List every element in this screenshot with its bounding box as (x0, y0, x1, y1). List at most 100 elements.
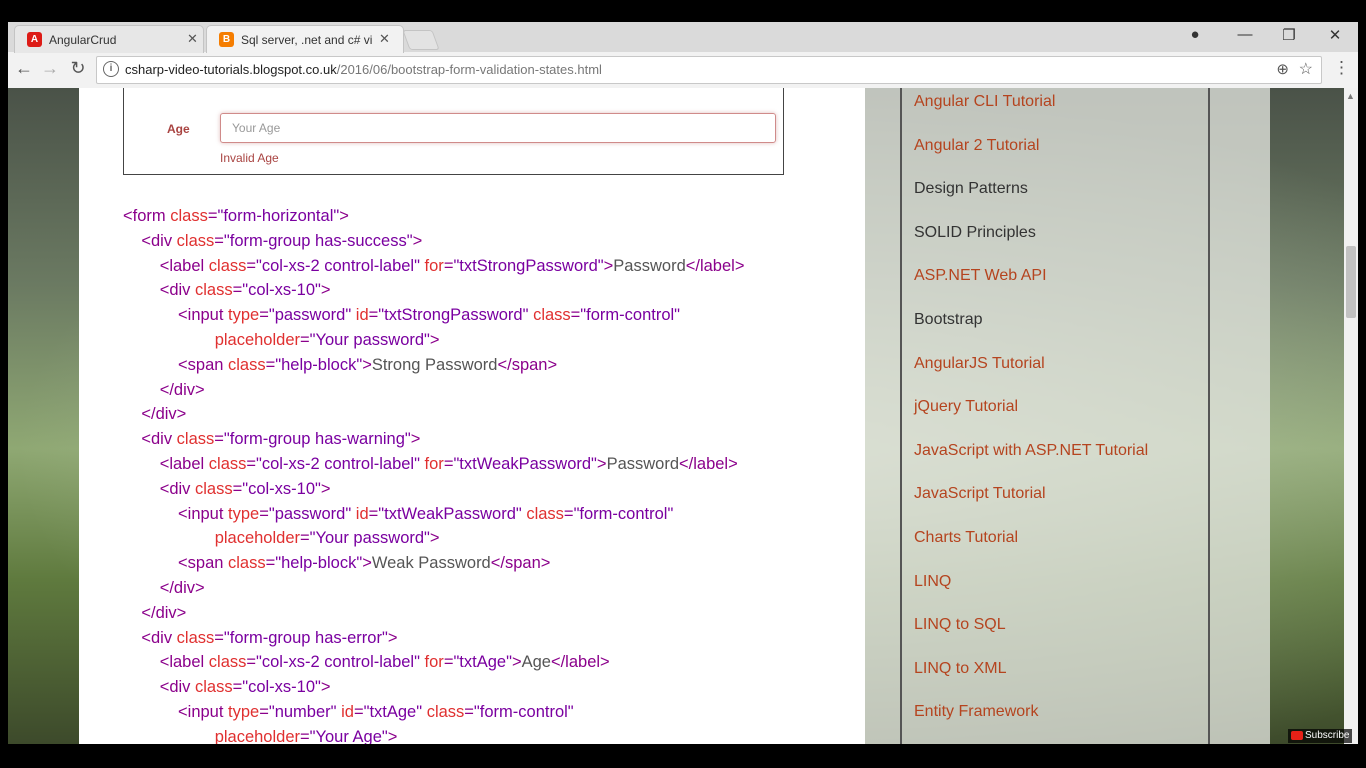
code-token: <div (159, 678, 195, 697)
code-token: = (563, 504, 574, 523)
code-line: <form class="form-horizontal"> (123, 204, 744, 229)
menu-dots-icon[interactable]: ⋮ (1333, 58, 1350, 78)
info-icon[interactable]: i (103, 61, 119, 77)
sidebar-link[interactable]: ASP.NET Web API (914, 267, 1148, 311)
close-tab-icon[interactable]: ✕ (379, 31, 390, 47)
code-token: </span> (490, 554, 551, 573)
code-token: = (232, 479, 243, 498)
sidebar-link[interactable]: AngularJS Tutorial (914, 355, 1148, 399)
sidebar-link[interactable]: Angular 2 Tutorial (914, 137, 1148, 181)
code-token: > (410, 430, 421, 449)
demo-form: Age Your Age Invalid Age (123, 88, 784, 175)
age-label: Age (167, 122, 190, 136)
code-token: </label> (550, 653, 610, 672)
code-token: > (387, 628, 398, 647)
close-window-button[interactable]: ✕ (1320, 26, 1350, 44)
code-token: "txtStrongPassword" (378, 306, 529, 325)
code-token: <div (141, 231, 177, 250)
code-token: "Your Age" (309, 727, 388, 744)
code-token: > (362, 355, 372, 374)
scrollbar-thumb[interactable] (1346, 246, 1356, 318)
sidebar-link[interactable]: LINQ to XML (914, 660, 1148, 704)
url-text[interactable]: csharp-video-tutorials.blogspot.co.uk/20… (125, 62, 602, 77)
code-token: "col-xs-10" (242, 479, 321, 498)
restore-button[interactable]: ❐ (1274, 26, 1304, 44)
sidebar-link[interactable]: Charts Tutorial (914, 529, 1148, 573)
blogger-icon: B (219, 32, 234, 47)
reload-icon[interactable]: ↻ (66, 58, 90, 79)
sidebar-link[interactable]: LINQ (914, 573, 1148, 617)
sidebar-link[interactable]: Angular CLI Tutorial (914, 93, 1148, 137)
code-token: Password (613, 256, 686, 275)
code-token: "password" (268, 504, 352, 523)
sidebar-link[interactable]: LINQ to SQL (914, 616, 1148, 660)
code-token: id (355, 504, 369, 523)
invalid-age-help: Invalid Age (220, 151, 279, 165)
code-token: = (300, 529, 310, 548)
code-line: <label class="col-xs-2 control-label" fo… (123, 650, 744, 675)
bookmark-star-icon[interactable]: ☆ (1299, 59, 1313, 79)
code-token: = (300, 727, 310, 744)
back-arrow-icon[interactable]: ← (12, 58, 36, 79)
code-token: > (511, 653, 522, 672)
code-token: > (412, 231, 423, 250)
sidebar-link[interactable]: Entity Framework (914, 703, 1148, 744)
toolbar: ← → ↻ i csharp-video-tutorials.blogspot.… (8, 52, 1358, 88)
code-token: for (424, 256, 444, 275)
code-token: = (259, 702, 269, 721)
code-line: <div class="col-xs-10"> (123, 675, 744, 700)
youtube-subscribe-badge[interactable]: Subscribe (1288, 729, 1353, 743)
age-input[interactable]: Your Age (220, 113, 776, 143)
code-token: Age (521, 653, 551, 672)
zoom-icon[interactable]: ⊕ (1276, 60, 1289, 78)
code-token: "txtWeakPassword" (378, 504, 522, 523)
sidebar-link[interactable]: JavaScript with ASP.NET Tutorial (914, 442, 1148, 486)
code-token: <div (141, 628, 177, 647)
new-tab-button[interactable] (402, 30, 440, 50)
code-token: "form-horizontal" (217, 207, 340, 225)
forward-arrow-icon[interactable]: → (38, 58, 62, 79)
code-token: "form-group has-warning" (223, 430, 411, 449)
code-token: <span (178, 554, 229, 573)
sidebar-link[interactable]: Design Patterns (914, 180, 1148, 224)
code-token: <form (123, 207, 171, 225)
sidebar-link[interactable]: JavaScript Tutorial (914, 485, 1148, 529)
code-token: = (443, 454, 454, 473)
code-line: </div> (123, 601, 744, 626)
code-token: > (429, 330, 440, 349)
code-token: "help-block" (275, 355, 363, 374)
code-token: = (232, 678, 243, 697)
code-token: for (424, 454, 444, 473)
minimize-button[interactable]: — (1230, 26, 1260, 43)
scroll-up-icon[interactable]: ▲ (1346, 91, 1355, 101)
code-token: > (320, 678, 331, 697)
sidebar-link[interactable]: SOLID Principles (914, 224, 1148, 268)
profile-icon[interactable]: ● (1180, 26, 1210, 43)
code-token: class (170, 207, 208, 225)
address-bar[interactable]: i csharp-video-tutorials.blogspot.co.uk/… (96, 56, 1322, 84)
code-token: = (214, 231, 224, 250)
close-tab-icon[interactable]: ✕ (187, 31, 198, 47)
tab-strip: A AngularCrud ✕ B Sql server, .net and c… (8, 22, 1358, 53)
scrollbar[interactable]: ▲ (1344, 88, 1358, 744)
sidebar-link[interactable]: Bootstrap (914, 311, 1148, 355)
code-token: "form-control" (573, 504, 674, 523)
code-token: placeholder (214, 727, 300, 744)
code-token: <label (159, 454, 209, 473)
code-line: <div class="col-xs-10"> (123, 278, 744, 303)
page-viewport: Age Your Age Invalid Age <form class="fo… (8, 88, 1358, 744)
sidebar-link[interactable]: jQuery Tutorial (914, 398, 1148, 442)
code-line: <div class="form-group has-success"> (123, 229, 744, 254)
tab-angularcrud[interactable]: A AngularCrud ✕ (14, 25, 204, 53)
subscribe-label: Subscribe (1305, 730, 1350, 741)
tab-sql-server[interactable]: B Sql server, .net and c# vi ✕ (206, 25, 404, 53)
youtube-icon (1291, 730, 1303, 740)
